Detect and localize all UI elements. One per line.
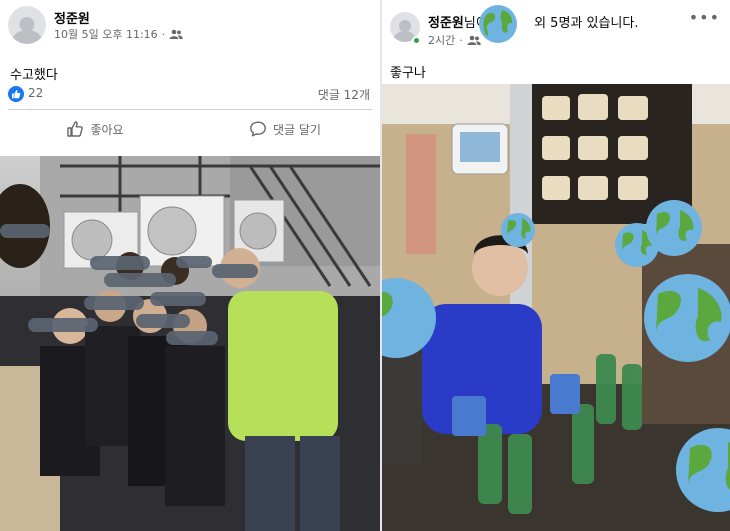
globe-sticker-icon <box>479 5 517 43</box>
with-text: 외 5명과 있습니다. <box>534 16 639 31</box>
like-button[interactable]: 좋아요 <box>0 112 190 146</box>
author-avatar[interactable] <box>8 6 46 44</box>
group-photo-image <box>0 156 380 531</box>
post-timestamp[interactable]: 10월 5일 오후 11:16 <box>54 26 158 42</box>
post-text: 수고했다 <box>10 68 58 83</box>
more-options-icon: ••• <box>688 8 720 27</box>
online-status-icon <box>412 36 421 45</box>
comment-count[interactable]: 댓글 12개 <box>318 86 370 103</box>
reaction-bar: 22 댓글 12개 <box>0 82 380 106</box>
reaction-count[interactable]: 22 <box>28 86 43 100</box>
thumbs-up-icon <box>67 121 84 137</box>
post-photo[interactable] <box>382 84 730 531</box>
post-card-left: 정준원 10월 5일 오후 11:16 · 수고했다 22 댓글 12개 좋아요… <box>0 0 380 531</box>
like-button-label: 좋아요 <box>90 122 124 137</box>
post-photo[interactable] <box>0 156 380 531</box>
comment-button-label: 댓글 달기 <box>273 122 321 137</box>
post-actions: 좋아요 댓글 달기 <box>0 112 380 146</box>
divider <box>8 109 372 110</box>
more-options-button[interactable]: ••• <box>689 8 720 27</box>
post-card-right: 정준원님이 외 5명과 있습니다. 2시간 · ••• 좋구나 <box>380 0 730 531</box>
friends-icon <box>169 29 183 39</box>
like-reaction-icon[interactable] <box>8 86 24 102</box>
author-name[interactable]: 정준원 <box>54 8 90 27</box>
post-title: 정준원님이 외 5명과 있습니다. <box>428 12 638 31</box>
restaurant-photo-image <box>382 84 730 531</box>
comment-icon <box>250 121 266 137</box>
post-timestamp[interactable]: 2시간 <box>428 32 455 48</box>
post-meta: 10월 5일 오후 11:16 · <box>54 26 183 42</box>
post-header: 정준원 10월 5일 오후 11:16 · <box>0 0 380 50</box>
author-name[interactable]: 정준원 <box>428 16 464 31</box>
post-text: 좋구나 <box>390 66 426 81</box>
post-meta: 2시간 · <box>428 32 481 48</box>
post-header: 정준원님이 외 5명과 있습니다. 2시간 · ••• <box>382 0 730 50</box>
comment-button[interactable]: 댓글 달기 <box>190 112 380 146</box>
